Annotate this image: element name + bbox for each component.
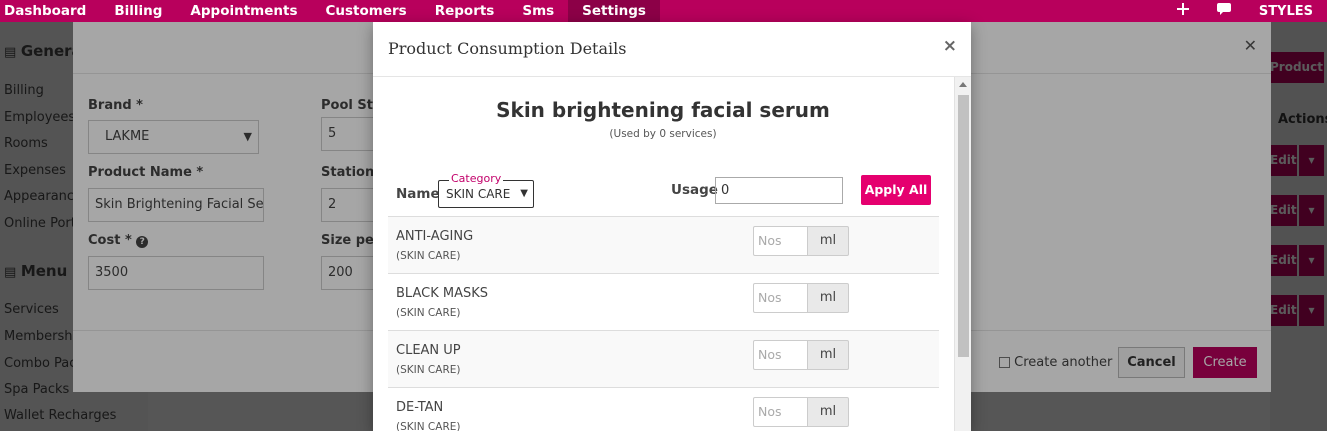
scroll-thumb[interactable] xyxy=(958,95,969,357)
apply-all-button[interactable]: Apply All xyxy=(861,175,931,205)
scroll-up-icon[interactable] xyxy=(959,82,967,87)
list-item: CLEAN UP (SKIN CARE) Nos ml xyxy=(388,330,939,387)
plus-icon[interactable] xyxy=(1163,3,1203,19)
product-usage-subtitle: (Used by 0 services) xyxy=(609,128,717,140)
usage-label: Usage xyxy=(671,182,718,198)
close-icon[interactable]: × xyxy=(943,36,957,56)
service-category: (SKIN CARE) xyxy=(396,364,461,376)
service-category: (SKIN CARE) xyxy=(396,421,461,431)
modal-scrollbar[interactable] xyxy=(954,77,971,431)
usage-input[interactable]: 0 xyxy=(715,177,843,204)
service-name: CLEAN UP xyxy=(396,343,461,358)
top-nav: Dashboard Billing Appointments Customers… xyxy=(0,0,1327,22)
nav-customers[interactable]: Customers xyxy=(312,0,421,22)
nav-sms[interactable]: Sms xyxy=(508,0,568,22)
service-category: (SKIN CARE) xyxy=(396,307,461,319)
unit-addon: ml xyxy=(807,226,849,256)
list-item: ANTI-AGING (SKIN CARE) Nos ml xyxy=(388,216,939,273)
service-name: BLACK MASKS xyxy=(396,286,488,301)
product-consumption-modal: Product Consumption Details × Skin brigh… xyxy=(373,22,971,431)
styles-link[interactable]: STYLES xyxy=(1245,4,1327,19)
chat-icon[interactable] xyxy=(1203,3,1245,19)
nav-billing[interactable]: Billing xyxy=(100,0,176,22)
modal-title: Product Consumption Details xyxy=(388,39,627,58)
unit-addon: ml xyxy=(807,397,849,427)
service-name: DE-TAN xyxy=(396,400,444,415)
nav-settings[interactable]: Settings xyxy=(568,0,660,22)
unit-addon: ml xyxy=(807,340,849,370)
nos-input[interactable]: Nos xyxy=(753,226,808,256)
nav-right-group: STYLES xyxy=(1163,0,1327,22)
service-list: ANTI-AGING (SKIN CARE) Nos ml BLACK MASK… xyxy=(388,216,939,431)
nos-input[interactable]: Nos xyxy=(753,283,808,313)
service-name: ANTI-AGING xyxy=(396,229,474,244)
list-item: DE-TAN (SKIN CARE) Nos ml xyxy=(388,387,939,431)
list-item: BLACK MASKS (SKIN CARE) Nos ml xyxy=(388,273,939,330)
modal-header: Product Consumption Details × xyxy=(373,22,971,77)
service-category: (SKIN CARE) xyxy=(396,250,461,262)
unit-addon: ml xyxy=(807,283,849,313)
nav-dashboard[interactable]: Dashboard xyxy=(0,0,100,22)
nav-appointments[interactable]: Appointments xyxy=(176,0,311,22)
nos-input[interactable]: Nos xyxy=(753,397,808,427)
nos-input[interactable]: Nos xyxy=(753,340,808,370)
category-legend: Category xyxy=(449,172,504,186)
nav-reports[interactable]: Reports xyxy=(421,0,509,22)
product-title: Skin brightening facial serum xyxy=(496,98,830,122)
name-label: Name xyxy=(396,186,440,202)
chevron-down-icon: ▼ xyxy=(520,188,528,199)
